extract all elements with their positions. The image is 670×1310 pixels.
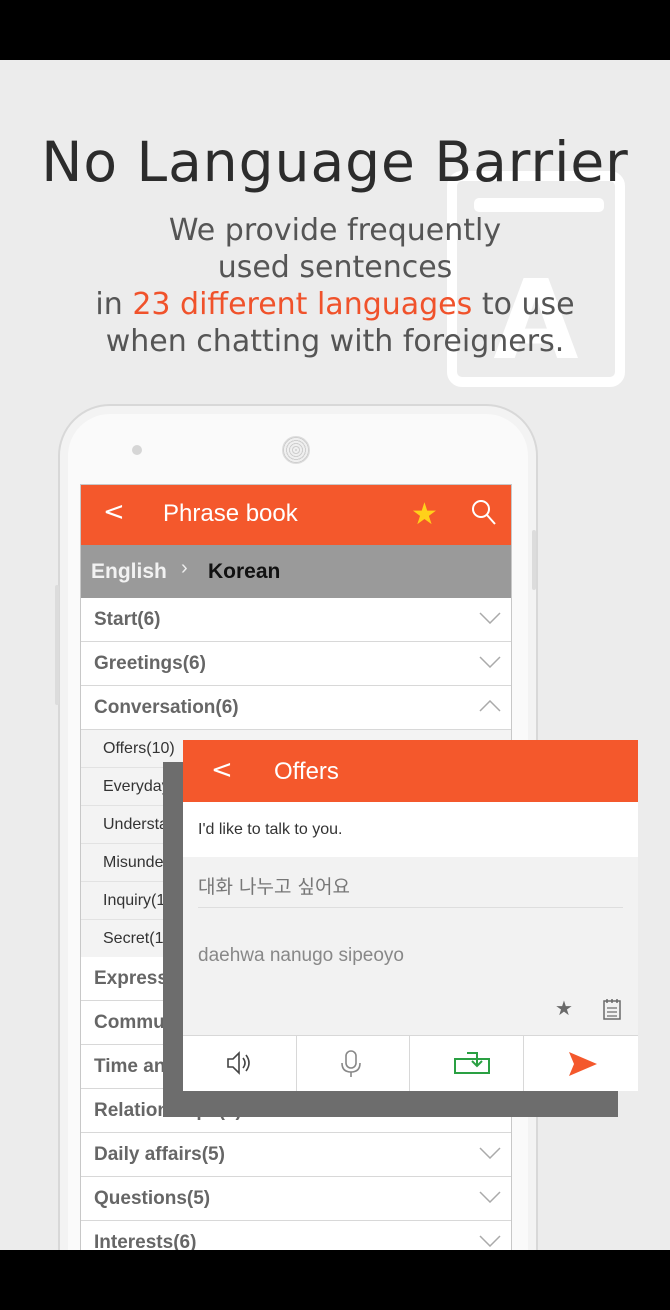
category-label: Greetings(6) xyxy=(94,653,206,674)
category-label: Start(6) xyxy=(94,609,161,630)
notepad-icon[interactable] xyxy=(603,998,621,1020)
detail-back-icon[interactable]: < xyxy=(211,755,233,785)
promo-stage: A No Language Barrier We provide frequen… xyxy=(0,60,670,1250)
bottom-letterbox xyxy=(0,1250,670,1310)
chevron-down-icon xyxy=(479,1147,501,1159)
subtitle-line-4: when chatting with foreigners. xyxy=(105,324,565,359)
target-language[interactable]: Korean xyxy=(208,560,280,584)
top-letterbox xyxy=(0,0,670,60)
category-conversation[interactable]: Conversation(6) xyxy=(81,686,511,730)
subtitle-tail: to use xyxy=(481,287,575,322)
favorite-star-icon[interactable]: ★ xyxy=(555,996,573,1020)
favorites-star-icon[interactable]: ★ xyxy=(411,497,438,532)
back-icon[interactable]: < xyxy=(103,497,125,527)
category-questions[interactable]: Questions(5) xyxy=(81,1177,511,1221)
subcategory-label: Offers(10) xyxy=(103,740,175,757)
send-icon xyxy=(569,1052,597,1076)
speaker-icon xyxy=(227,1051,250,1075)
category-label: Daily affairs(5) xyxy=(94,1144,225,1165)
subtitle-in: in xyxy=(95,287,123,322)
category-greetings[interactable]: Greetings(6) xyxy=(81,642,511,686)
language-selector[interactable]: English › Korean xyxy=(81,545,511,598)
subtitle-line-3: in 23 different languages to use xyxy=(0,286,670,323)
send-button[interactable] xyxy=(524,1036,637,1091)
microphone-icon xyxy=(341,1050,361,1077)
category-start[interactable]: Start(6) xyxy=(81,598,511,642)
chevron-down-icon xyxy=(479,656,501,668)
voice-input-button[interactable] xyxy=(296,1036,410,1091)
chevron-down-icon xyxy=(479,1235,501,1247)
swap-icon xyxy=(454,1052,490,1074)
category-label: Conversation(6) xyxy=(94,697,239,718)
translated-phrase: 대화 나누고 싶어요 xyxy=(198,876,350,898)
language-arrow-icon: › xyxy=(181,557,188,579)
swap-button[interactable] xyxy=(410,1036,524,1091)
romanized-phrase: daehwa nanugo sipeoyo xyxy=(198,945,405,966)
divider xyxy=(198,907,623,908)
category-label: Questions(5) xyxy=(94,1188,211,1209)
detail-toolbar: < Offers xyxy=(183,740,638,802)
category-label: Interests(6) xyxy=(94,1232,197,1250)
phrase-detail-card: < Offers I'd like to talk to you. 대화 나누고… xyxy=(183,740,638,1091)
phone-volume-button xyxy=(55,585,59,705)
detail-title: Offers xyxy=(274,758,339,785)
source-phrase: I'd like to talk to you. xyxy=(183,802,638,857)
source-phrase-text: I'd like to talk to you. xyxy=(198,821,343,838)
subtitle-line-1: We provide frequently xyxy=(168,213,502,248)
promo-headline: No Language Barrier xyxy=(41,130,629,194)
app-toolbar: < Phrase book ★ xyxy=(81,485,511,545)
action-bar xyxy=(183,1035,638,1091)
language-count-highlight: 23 different languages xyxy=(132,287,473,322)
category-daily-affairs[interactable]: Daily affairs(5) xyxy=(81,1133,511,1177)
promo-subtitle: We provide frequently used sentences in … xyxy=(0,212,670,360)
phone-power-button xyxy=(532,530,536,590)
search-icon[interactable] xyxy=(471,499,497,527)
speak-button[interactable] xyxy=(183,1036,297,1091)
front-camera xyxy=(132,445,142,455)
category-interests[interactable]: Interests(6) xyxy=(81,1221,511,1250)
chevron-down-icon xyxy=(479,1191,501,1203)
source-language[interactable]: English xyxy=(91,560,167,584)
toolbar-title: Phrase book xyxy=(163,500,298,527)
chevron-up-icon xyxy=(479,700,501,712)
earpiece-speaker xyxy=(282,436,310,464)
subtitle-line-2: used sentences xyxy=(217,250,453,285)
chevron-down-icon xyxy=(479,612,501,624)
